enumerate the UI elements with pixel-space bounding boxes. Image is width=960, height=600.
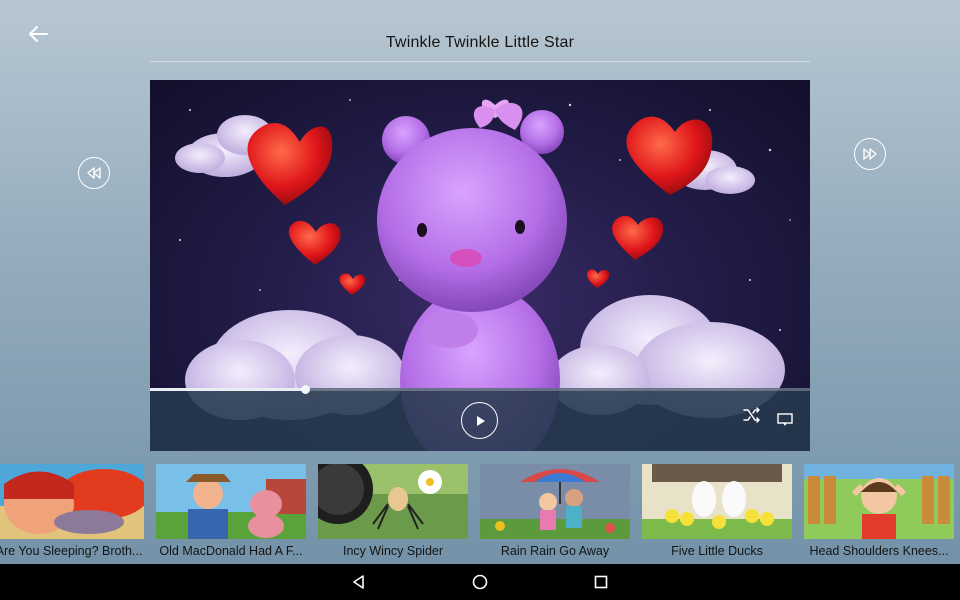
video-thumbnail[interactable]: Rain Rain Go Away [480,464,630,560]
nav-back-button[interactable] [350,573,368,591]
thumbnail-image [318,464,468,539]
video-thumbnail[interactable]: Five Little Ducks [642,464,792,560]
title-divider [150,61,810,62]
play-button[interactable] [461,402,498,439]
cast-icon [777,413,793,426]
video-player-screen: Twinkle Twinkle Little Star Are You Slee… [0,0,960,564]
video-frame[interactable] [150,80,810,451]
progress-bar[interactable] [150,385,810,394]
thumbnail-image [156,464,306,539]
skip-next-icon [863,148,877,160]
video-title-label: Incy Wincy Spider [342,544,444,558]
thumbnail-image [804,464,954,539]
progress-fill [150,388,306,391]
system-navigation-bar [0,564,960,600]
next-video-button[interactable] [854,138,886,170]
thumbnail-image [642,464,792,539]
play-icon [476,415,485,426]
video-thumbnail[interactable]: Incy Wincy Spider [318,464,468,560]
video-title: Twinkle Twinkle Little Star [385,34,575,51]
shuffle-icon [743,407,760,423]
thumbnail-image [480,464,630,539]
nav-home-button[interactable] [471,573,489,591]
thumbnail-image [0,464,144,539]
cast-button[interactable] [776,412,794,428]
video-title-label: Head Shoulders Knees... [809,544,949,558]
related-videos-strip: Are You Sleeping? Broth... Old MacDonald… [0,464,960,564]
video-title-label: Five Little Ducks [671,544,763,558]
shuffle-button[interactable] [742,406,762,424]
video-title-label: Rain Rain Go Away [500,544,610,558]
previous-video-button[interactable] [78,157,110,189]
nav-recents-button[interactable] [592,573,610,591]
video-title-label: Old MacDonald Had A F... [159,544,303,558]
video-thumbnail[interactable]: Old MacDonald Had A F... [156,464,306,560]
video-thumbnail[interactable]: Are You Sleeping? Broth... [0,464,144,560]
video-title-label: Are You Sleeping? Broth... [0,544,143,558]
nav-home-icon [472,574,488,590]
nav-back-icon [353,575,364,589]
skip-previous-icon [87,167,101,179]
nav-recents-icon [594,575,608,589]
video-thumbnail[interactable]: Head Shoulders Knees... [804,464,954,560]
